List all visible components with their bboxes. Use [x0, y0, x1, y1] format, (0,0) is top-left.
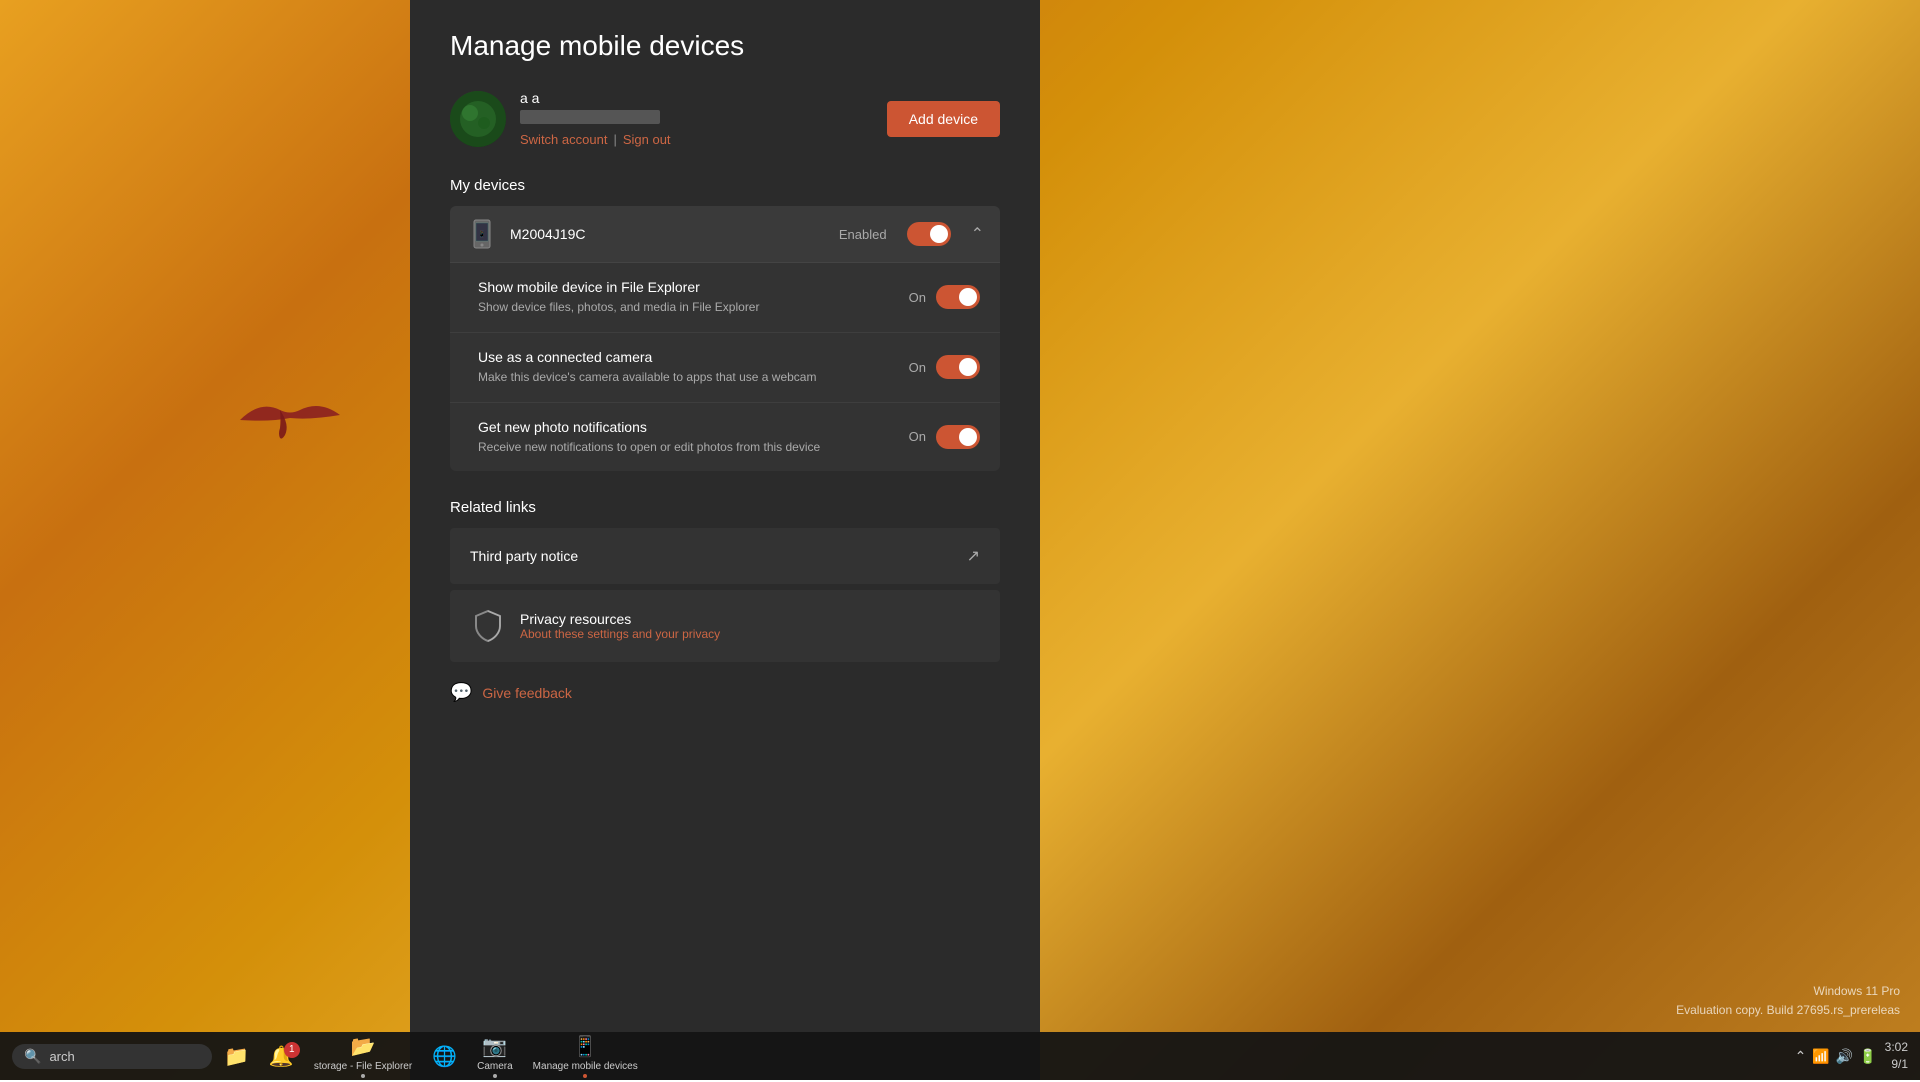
taskbar-app-camera[interactable]: 📷 Camera [469, 1030, 521, 1082]
device-header: 📱 M2004J19C Enabled ⌃ [450, 206, 1000, 263]
taskbar: 🔍 arch 📁 🔔 1 📂 storage - File Explorer 🌐… [0, 1032, 1920, 1080]
shield-icon [470, 608, 506, 644]
setting-row-file-explorer: Show mobile device in File Explorer Show… [450, 263, 1000, 333]
setting-desc-photo-notifications: Receive new notifications to open or edi… [478, 439, 893, 456]
clock-date: 9/1 [1891, 1056, 1908, 1073]
related-links-section: Related links Third party notice ↗ Priva… [450, 499, 1000, 662]
taskbar-app-notifications[interactable]: 🔔 1 [261, 1040, 302, 1073]
notification-badge: 1 [284, 1042, 300, 1058]
switch-account-link[interactable]: Switch account [520, 132, 607, 147]
storage-indicator [361, 1074, 365, 1078]
link-separator: | [613, 132, 616, 147]
tray-chevron-icon[interactable]: ⌃ [1795, 1048, 1807, 1065]
taskbar-app-storage[interactable]: 📂 storage - File Explorer [306, 1030, 420, 1082]
privacy-resources-sub: About these settings and your privacy [520, 627, 980, 641]
taskbar-search[interactable]: 🔍 arch [12, 1044, 212, 1069]
user-links: Switch account | Sign out [520, 132, 671, 147]
storage-explorer-icon: 📂 [351, 1034, 376, 1059]
feedback-label: Give feedback [482, 685, 572, 701]
add-device-button[interactable]: Add device [887, 101, 1000, 137]
privacy-resources-label: Privacy resources [520, 611, 980, 627]
taskbar-app-manage-mobile[interactable]: 📱 Manage mobile devices [525, 1030, 646, 1082]
setting-text-photo-notifications: Get new photo notifications Receive new … [478, 419, 893, 456]
camera-label: Camera [477, 1061, 513, 1072]
setting-title-camera: Use as a connected camera [478, 349, 893, 365]
taskbar-time[interactable]: 3:02 9/1 [1885, 1039, 1908, 1073]
page-title: Manage mobile devices [450, 30, 1000, 62]
file-explorer-icon: 📁 [224, 1044, 249, 1069]
camera-indicator [493, 1074, 497, 1078]
third-party-notice-label: Third party notice [470, 548, 953, 564]
clock-time: 3:02 [1885, 1039, 1908, 1056]
setting-row-camera: Use as a connected camera Make this devi… [450, 333, 1000, 403]
search-text: arch [49, 1049, 74, 1064]
user-name: a a [520, 90, 671, 106]
user-section: a a Switch account | Sign out Add device [450, 90, 1000, 147]
user-email-bar [520, 110, 660, 124]
manage-mobile-label: Manage mobile devices [533, 1061, 638, 1072]
camera-icon: 📷 [482, 1034, 507, 1059]
manage-mobile-indicator [583, 1074, 587, 1078]
setting-title-file-explorer: Show mobile device in File Explorer [478, 279, 893, 295]
user-details: a a Switch account | Sign out [520, 90, 671, 147]
external-link-icon: ↗ [967, 546, 980, 566]
system-tray-icons: ⌃ 📶 🔊 🔋 [1795, 1048, 1877, 1065]
feedback-link[interactable]: 💬 Give feedback [450, 682, 1000, 703]
device-name: M2004J19C [510, 226, 827, 242]
setting-toggle-label-camera: On [909, 360, 926, 375]
search-icon: 🔍 [24, 1048, 41, 1065]
manage-mobile-icon: 📱 [573, 1034, 598, 1059]
settings-panel: Manage mobile devices a a Switch account… [410, 0, 1040, 1080]
avatar [450, 91, 506, 147]
battery-icon: 🔋 [1859, 1048, 1876, 1065]
device-enabled-toggle[interactable] [907, 222, 951, 246]
setting-text-file-explorer: Show mobile device in File Explorer Show… [478, 279, 893, 316]
related-links-title: Related links [450, 499, 1000, 516]
taskbar-app-file-explorer[interactable]: 📁 [216, 1040, 257, 1073]
volume-icon: 🔊 [1836, 1048, 1853, 1065]
camera-toggle[interactable] [936, 355, 980, 379]
setting-desc-file-explorer: Show device files, photos, and media in … [478, 299, 893, 316]
setting-desc-camera: Make this device's camera available to a… [478, 369, 893, 386]
sign-out-link[interactable]: Sign out [623, 132, 671, 147]
setting-toggle-label-photo-notifications: On [909, 429, 926, 444]
eval-watermark: Windows 11 Pro Evaluation copy. Build 27… [1676, 982, 1900, 1020]
setting-text-camera: Use as a connected camera Make this devi… [478, 349, 893, 386]
photo-notifications-toggle[interactable] [936, 425, 980, 449]
browser-icon: 🌐 [432, 1044, 457, 1069]
device-status-label: Enabled [839, 227, 887, 242]
eval-line2: Evaluation copy. Build 27695.rs_prerelea… [1676, 1001, 1900, 1020]
device-chevron-icon[interactable]: ⌃ [971, 224, 984, 244]
taskbar-app-browser[interactable]: 🌐 [424, 1040, 465, 1073]
wifi-icon: 📶 [1812, 1048, 1829, 1065]
eval-line1: Windows 11 Pro [1676, 982, 1900, 1001]
setting-row-photo-notifications: Get new photo notifications Receive new … [450, 403, 1000, 472]
storage-explorer-label: storage - File Explorer [314, 1061, 412, 1072]
svg-text:📱: 📱 [478, 230, 485, 238]
file-explorer-toggle[interactable] [936, 285, 980, 309]
device-phone-icon: 📱 [466, 218, 498, 250]
feedback-icon: 💬 [450, 682, 472, 703]
setting-toggle-group-camera: On [909, 355, 980, 379]
setting-toggle-group-file-explorer: On [909, 285, 980, 309]
privacy-resources-text: Privacy resources About these settings a… [520, 611, 980, 641]
setting-toggle-label-file-explorer: On [909, 290, 926, 305]
my-devices-section-title: My devices [450, 177, 1000, 194]
user-info: a a Switch account | Sign out [450, 90, 671, 147]
third-party-notice-row[interactable]: Third party notice ↗ [450, 528, 1000, 584]
setting-toggle-group-photo-notifications: On [909, 425, 980, 449]
taskbar-right: ⌃ 📶 🔊 🔋 3:02 9/1 [1795, 1039, 1908, 1073]
bird-decoration [230, 390, 350, 450]
privacy-resources-row[interactable]: Privacy resources About these settings a… [450, 590, 1000, 662]
setting-title-photo-notifications: Get new photo notifications [478, 419, 893, 435]
devices-container: 📱 M2004J19C Enabled ⌃ Show mobile device… [450, 206, 1000, 471]
